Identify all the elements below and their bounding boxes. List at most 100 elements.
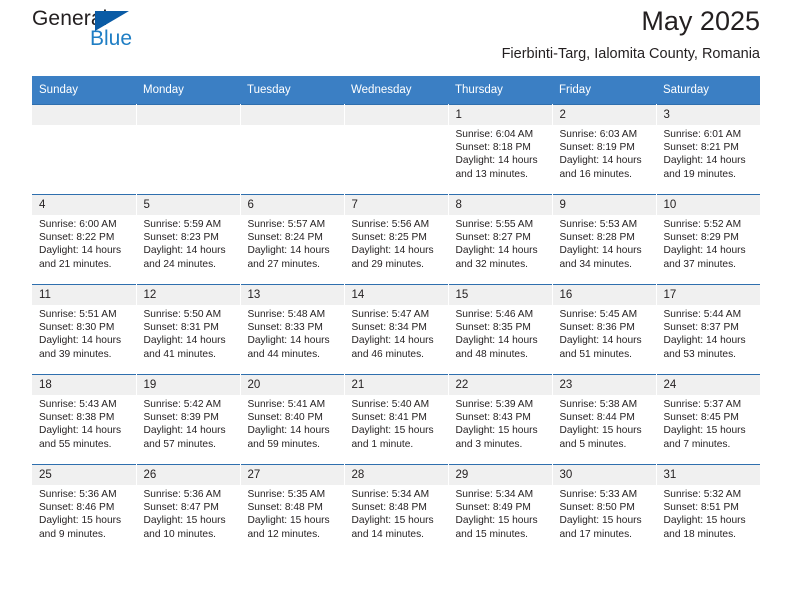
calendar-day-cell[interactable]: 27 Sunrise: 5:35 AM Sunset: 8:48 PM Dayligh… (240, 464, 345, 554)
day-details: Sunrise: 5:34 AM Sunset: 8:48 PM Daylight:… (345, 485, 448, 541)
sunrise-text: Sunrise: 5:37 AM (663, 399, 742, 410)
day-number: 9 (552, 195, 656, 215)
day-details: Sunrise: 5:46 AM Sunset: 8:35 PM Daylight:… (449, 305, 552, 361)
sunset-text: Sunset: 8:21 PM (663, 142, 739, 154)
calendar-day-cell[interactable]: 5 Sunrise: 5:59 AM Sunset: 8:23 PM Daylight… (136, 194, 241, 285)
day-details: Sunrise: 5:38 AM Sunset: 8:44 PM Daylight:… (553, 395, 656, 451)
sunset-text: Sunset: 8:46 PM (39, 502, 115, 514)
daylight-text: Daylight: 15 hours and 18 minutes. (663, 515, 746, 540)
calendar-day-cell[interactable]: 10 Sunrise: 5:52 AM Sunset: 8:29 PM Dayligh… (656, 194, 760, 285)
page-header: General Blue May 2025 Fierbinti-Targ, Ia… (32, 0, 760, 72)
day-details: Sunrise: 5:43 AM Sunset: 8:38 PM Daylight:… (32, 395, 136, 451)
day-details: Sunrise: 5:56 AM Sunset: 8:25 PM Daylight:… (345, 215, 448, 271)
calendar-day-cell[interactable]: 13 Sunrise: 5:48 AM Sunset: 8:33 PM Dayligh… (240, 284, 345, 375)
day-number: 22 (448, 375, 552, 395)
sunrise-text: Sunrise: 5:50 AM (143, 309, 222, 320)
day-number: 1 (448, 105, 552, 125)
sunset-text: Sunset: 8:36 PM (559, 322, 635, 334)
calendar-day-cell[interactable]: 18 Sunrise: 5:43 AM Sunset: 8:38 PM Dayligh… (32, 374, 137, 465)
day-details: Sunrise: 5:59 AM Sunset: 8:23 PM Daylight:… (137, 215, 240, 271)
page-subtitle: Fierbinti-Targ, Ialomita County, Romania (501, 46, 760, 63)
calendar-day-cell[interactable]: 28 Sunrise: 5:34 AM Sunset: 8:48 PM Dayligh… (344, 464, 449, 554)
day-details: Sunrise: 5:32 AM Sunset: 8:51 PM Daylight:… (657, 485, 761, 541)
day-details: Sunrise: 6:04 AM Sunset: 8:18 PM Daylight:… (449, 125, 552, 181)
sunrise-text: Sunrise: 5:44 AM (663, 309, 742, 320)
day-number: 28 (344, 465, 448, 485)
calendar-day-cell[interactable]: 12 Sunrise: 5:50 AM Sunset: 8:31 PM Dayligh… (136, 284, 241, 375)
calendar-day-cell[interactable]: 8 Sunrise: 5:55 AM Sunset: 8:27 PM Daylight… (448, 194, 553, 285)
daylight-text: Daylight: 14 hours and 21 minutes. (39, 245, 122, 270)
day-details: Sunrise: 5:34 AM Sunset: 8:49 PM Daylight:… (449, 485, 552, 541)
sunset-text: Sunset: 8:40 PM (247, 412, 323, 424)
calendar-week-row: 1 Sunrise: 6:04 AM Sunset: 8:18 PM Daylight… (32, 104, 761, 195)
day-number: 12 (136, 285, 240, 305)
day-number: 24 (656, 375, 760, 395)
sunrise-text: Sunrise: 6:00 AM (39, 219, 117, 230)
calendar-day-cell[interactable]: 3 Sunrise: 6:01 AM Sunset: 8:21 PM Daylight… (656, 104, 761, 195)
calendar-day-cell[interactable]: 2 Sunrise: 6:03 AM Sunset: 8:19 PM Daylight… (552, 104, 657, 195)
daylight-text: Daylight: 15 hours and 17 minutes. (559, 515, 642, 540)
day-details: Sunrise: 5:37 AM Sunset: 8:45 PM Daylight:… (657, 395, 761, 451)
calendar-day-cell-empty (32, 104, 137, 195)
day-number: 19 (136, 375, 240, 395)
calendar-day-cell[interactable]: 4 Sunrise: 6:00 AM Sunset: 8:22 PM Daylight… (32, 194, 137, 285)
calendar-day-cell[interactable]: 20 Sunrise: 5:41 AM Sunset: 8:40 PM Dayligh… (240, 374, 345, 465)
sunrise-text: Sunrise: 5:36 AM (39, 489, 117, 500)
calendar-day-cell[interactable]: 16 Sunrise: 5:45 AM Sunset: 8:36 PM Dayligh… (552, 284, 657, 375)
sunrise-text: Sunrise: 5:35 AM (247, 489, 326, 500)
daylight-text: Daylight: 15 hours and 9 minutes. (39, 515, 122, 540)
daylight-text: Daylight: 15 hours and 7 minutes. (663, 425, 746, 450)
sunset-text: Sunset: 8:34 PM (351, 322, 427, 334)
sunset-text: Sunset: 8:47 PM (143, 502, 219, 514)
day-number: 11 (32, 285, 136, 305)
sunrise-text: Sunrise: 5:51 AM (39, 309, 117, 320)
day-number: 25 (32, 465, 136, 485)
calendar-day-cell[interactable]: 6 Sunrise: 5:57 AM Sunset: 8:24 PM Daylight… (240, 194, 345, 285)
calendar-week-row: 11 Sunrise: 5:51 AM Sunset: 8:30 PM Dayligh… (32, 284, 760, 375)
sunset-text: Sunset: 8:43 PM (455, 412, 531, 424)
calendar-day-cell[interactable]: 21 Sunrise: 5:40 AM Sunset: 8:41 PM Dayligh… (344, 374, 449, 465)
calendar-day-cell-empty (136, 104, 241, 195)
calendar-day-cell[interactable]: 29 Sunrise: 5:34 AM Sunset: 8:49 PM Dayligh… (448, 464, 553, 554)
sunrise-text: Sunrise: 5:52 AM (663, 219, 742, 230)
calendar-day-cell[interactable]: 15 Sunrise: 5:46 AM Sunset: 8:35 PM Dayligh… (448, 284, 553, 375)
daylight-text: Daylight: 14 hours and 24 minutes. (143, 245, 226, 270)
sunset-text: Sunset: 8:41 PM (351, 412, 427, 424)
calendar-day-cell[interactable]: 30 Sunrise: 5:33 AM Sunset: 8:50 PM Dayligh… (552, 464, 657, 554)
calendar-day-cell[interactable]: 22 Sunrise: 5:39 AM Sunset: 8:43 PM Dayligh… (448, 374, 553, 465)
calendar-day-cell[interactable]: 1 Sunrise: 6:04 AM Sunset: 8:18 PM Daylight… (448, 104, 553, 195)
calendar-day-cell[interactable]: 14 Sunrise: 5:47 AM Sunset: 8:34 PM Dayligh… (344, 284, 449, 375)
day-number (32, 105, 136, 125)
sunset-text: Sunset: 8:51 PM (663, 502, 739, 514)
daylight-text: Daylight: 14 hours and 32 minutes. (455, 245, 538, 270)
day-number: 7 (344, 195, 448, 215)
calendar-day-cell[interactable]: 7 Sunrise: 5:56 AM Sunset: 8:25 PM Daylight… (344, 194, 449, 285)
calendar-day-cell[interactable]: 25 Sunrise: 5:36 AM Sunset: 8:46 PM Dayligh… (32, 464, 137, 554)
calendar-day-cell[interactable]: 9 Sunrise: 5:53 AM Sunset: 8:28 PM Daylight… (552, 194, 657, 285)
day-details: Sunrise: 5:35 AM Sunset: 8:48 PM Daylight:… (241, 485, 344, 541)
day-number: 17 (656, 285, 760, 305)
calendar-day-cell[interactable]: 24 Sunrise: 5:37 AM Sunset: 8:45 PM Dayligh… (656, 374, 761, 465)
calendar-day-cell[interactable]: 17 Sunrise: 5:44 AM Sunset: 8:37 PM Dayligh… (656, 284, 760, 375)
sunset-text: Sunset: 8:28 PM (559, 232, 635, 244)
sunset-text: Sunset: 8:31 PM (143, 322, 219, 334)
day-details: Sunrise: 6:01 AM Sunset: 8:21 PM Daylight:… (657, 125, 761, 181)
sunset-text: Sunset: 8:45 PM (663, 412, 739, 424)
calendar-day-cell[interactable]: 26 Sunrise: 5:36 AM Sunset: 8:47 PM Dayligh… (136, 464, 241, 554)
day-details: Sunrise: 5:51 AM Sunset: 8:30 PM Daylight:… (32, 305, 136, 361)
calendar-day-cell[interactable]: 11 Sunrise: 5:51 AM Sunset: 8:30 PM Dayligh… (32, 284, 137, 375)
daylight-text: Daylight: 14 hours and 57 minutes. (143, 425, 226, 450)
calendar-day-cell[interactable]: 31 Sunrise: 5:32 AM Sunset: 8:51 PM Dayligh… (656, 464, 761, 554)
day-number: 5 (136, 195, 240, 215)
daylight-text: Daylight: 14 hours and 37 minutes. (663, 245, 746, 270)
sunrise-text: Sunrise: 5:57 AM (247, 219, 326, 230)
calendar-day-cell[interactable]: 19 Sunrise: 5:42 AM Sunset: 8:39 PM Dayligh… (136, 374, 241, 465)
day-number: 2 (552, 105, 656, 125)
day-details: Sunrise: 5:48 AM Sunset: 8:33 PM Daylight:… (241, 305, 344, 361)
calendar-day-cell[interactable]: 23 Sunrise: 5:38 AM Sunset: 8:44 PM Dayligh… (552, 374, 657, 465)
day-number: 16 (552, 285, 656, 305)
sunrise-text: Sunrise: 5:45 AM (559, 309, 638, 320)
weekday-header-row: Sunday Monday Tuesday Wednesday Thursday Frid… (32, 76, 760, 105)
sunset-text: Sunset: 8:48 PM (351, 502, 427, 514)
brand-logo[interactable]: General Blue (32, 8, 162, 60)
